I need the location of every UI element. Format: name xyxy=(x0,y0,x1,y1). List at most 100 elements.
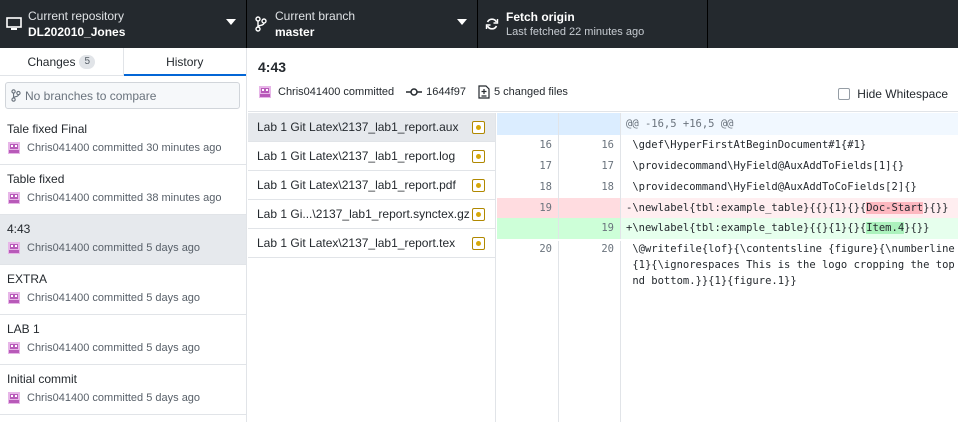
new-line-number: 20 xyxy=(559,241,621,422)
hunk-text: @@ -16,5 +16,5 @@ xyxy=(621,113,958,135)
diff-line-text: \providecommand\HyField@AuxAddToCoFields… xyxy=(626,181,917,193)
added-text: +\newlabel{tbl:example_table}{{}{1}{}{ xyxy=(626,222,867,234)
avatar xyxy=(8,192,20,204)
commit-title: LAB 1 xyxy=(7,322,40,336)
file-item-selected[interactable]: Lab 1 Git Latex\2137_lab1_report.aux xyxy=(248,113,495,142)
commit-icon xyxy=(406,88,423,96)
avatar xyxy=(8,392,20,404)
branch-icon xyxy=(11,89,21,102)
current-repository-button[interactable]: Current repository DL202010_Jones xyxy=(0,0,247,48)
old-line-number: 18 xyxy=(497,177,559,198)
changed-files-count: 5 changed files xyxy=(493,86,568,98)
diff-line-deleted: 19 -\newlabel{tbl:example_table}{{}{1}{}… xyxy=(497,198,958,218)
file-path: Lab 1 Gi...\2137_lab1_report.synctex.gz xyxy=(257,207,470,221)
commit-meta-text: Chris041400 committed 5 days ago xyxy=(27,392,201,404)
changes-count-badge: 5 xyxy=(79,54,96,69)
new-line-number: 17 xyxy=(559,156,621,177)
compare-placeholder: No branches to compare xyxy=(25,88,157,103)
commit-item[interactable]: Tale fixed Final Chris041400 committed 3… xyxy=(0,115,246,165)
tab-history[interactable]: History xyxy=(123,48,247,76)
commit-meta-text: Chris041400 committed 30 minutes ago xyxy=(27,142,222,154)
avatar xyxy=(8,242,20,254)
file-path: Lab 1 Git Latex\2137_lab1_report.pdf xyxy=(257,178,456,192)
repository-label: Current repository xyxy=(28,8,125,23)
diff-line-text: +\newlabel{tbl:example_table}{{}{1}{}{It… xyxy=(621,218,958,239)
diff-line-text: \@writefile{lof}{\contentsline {figure}{… xyxy=(632,243,955,287)
file-item[interactable]: Lab 1 Git Latex\2137_lab1_report.pdf xyxy=(248,171,495,200)
modified-icon xyxy=(472,150,485,163)
commit-summary-title: 4:43 xyxy=(258,59,287,75)
modified-icon xyxy=(472,179,485,192)
commit-author: Chris041400 committed xyxy=(278,86,395,98)
hide-whitespace-toggle[interactable]: Hide Whitespace xyxy=(838,87,948,101)
diff-line: 18 18 \providecommand\HyField@AuxAddToCo… xyxy=(497,177,958,198)
tab-changes-label: Changes xyxy=(27,54,76,69)
file-item[interactable]: Lab 1 Gi...\2137_lab1_report.synctex.gz xyxy=(248,200,495,229)
branch-compare-input[interactable]: No branches to compare xyxy=(5,82,240,109)
computer-icon xyxy=(0,17,28,31)
sidebar: Changes 5 History No branches to compare… xyxy=(0,48,247,422)
old-line-number: 16 xyxy=(497,135,559,156)
old-line-number: 19 xyxy=(497,198,559,218)
diff-line-text: \gdef\HyperFirstAtBeginDocument#1{#1} xyxy=(626,139,867,151)
tab-history-label: History xyxy=(166,54,204,69)
commit-title: Initial commit xyxy=(7,372,78,386)
deleted-text: -\newlabel{tbl:example_table}{{}{1}{}{ xyxy=(626,202,867,214)
commit-item[interactable]: EXTRA Chris041400 committed 5 days ago xyxy=(0,265,246,315)
avatar xyxy=(8,342,20,354)
branch-name: master xyxy=(275,24,315,39)
commit-item[interactable]: Table fixed Chris041400 committed 38 min… xyxy=(0,165,246,215)
commit-meta-text: Chris041400 committed 38 minutes ago xyxy=(27,192,222,204)
commit-item[interactable]: Initial commit Chris041400 committed 5 d… xyxy=(0,365,246,415)
diff-line: 17 17 \providecommand\HyField@AuxAddToFi… xyxy=(497,156,958,177)
commit-title: EXTRA xyxy=(7,272,48,286)
diff-view: @@ -16,5 +16,5 @@ 16 16 \gdef\HyperFirst… xyxy=(497,113,958,422)
fetch-origin-button[interactable]: Fetch origin Last fetched 22 minutes ago xyxy=(478,0,708,48)
new-line-number xyxy=(559,198,621,218)
toolbar: Current repository DL202010_Jones Curren… xyxy=(0,0,958,48)
file-path: Lab 1 Git Latex\2137_lab1_report.log xyxy=(257,149,456,163)
old-line-number xyxy=(497,113,559,135)
current-branch-button[interactable]: Current branch master xyxy=(247,0,478,48)
commit-summary-header: 4:43 Chris041400 committed 1644f97 5 cha… xyxy=(248,48,958,112)
branch-label: Current branch xyxy=(275,8,356,23)
modified-icon xyxy=(472,121,485,134)
fetch-label: Fetch origin xyxy=(506,9,575,24)
added-text-end: }{}} xyxy=(904,222,930,234)
sidebar-tabs: Changes 5 History xyxy=(0,48,246,76)
commit-meta-text: Chris041400 committed 5 days ago xyxy=(27,242,201,254)
diff-line-text: -\newlabel{tbl:example_table}{{}{1}{}{Do… xyxy=(621,198,958,218)
commit-sha[interactable]: 1644f97 xyxy=(426,86,466,98)
commit-item-selected[interactable]: 4:43 Chris041400 committed 5 days ago xyxy=(0,215,246,265)
hide-whitespace-checkbox[interactable] xyxy=(838,88,851,100)
diff-line-added: 19 +\newlabel{tbl:example_table}{{}{1}{}… xyxy=(497,218,958,239)
diff-line: 16 16 \gdef\HyperFirstAtBeginDocument#1{… xyxy=(497,135,958,156)
deleted-highlight: Doc-Start xyxy=(866,202,924,214)
new-line-number: 18 xyxy=(559,177,621,198)
sync-icon xyxy=(478,17,506,31)
modified-icon xyxy=(472,208,485,221)
last-fetched-text: Last fetched 22 minutes ago xyxy=(506,25,645,38)
old-line-number xyxy=(497,218,559,239)
diff-hunk-header: @@ -16,5 +16,5 @@ xyxy=(497,113,958,135)
branch-icon xyxy=(247,16,275,32)
repository-name: DL202010_Jones xyxy=(28,24,126,39)
hide-whitespace-label: Hide Whitespace xyxy=(857,87,948,101)
file-item[interactable]: Lab 1 Git Latex\2137_lab1_report.tex xyxy=(248,229,495,258)
new-line-number: 19 xyxy=(559,218,621,239)
old-line-number: 17 xyxy=(497,156,559,177)
added-highlight: Item.4 xyxy=(866,222,905,234)
avatar xyxy=(259,86,271,98)
commit-list: Tale fixed Final Chris041400 committed 3… xyxy=(0,115,246,415)
modified-icon xyxy=(472,237,485,250)
commit-title: Table fixed xyxy=(7,172,65,186)
commit-title: 4:43 xyxy=(7,222,31,236)
commit-item[interactable]: LAB 1 Chris041400 committed 5 days ago xyxy=(0,315,246,365)
file-path: Lab 1 Git Latex\2137_lab1_report.tex xyxy=(257,236,456,250)
tab-changes[interactable]: Changes 5 xyxy=(0,48,124,75)
avatar xyxy=(8,142,20,154)
commit-title: Tale fixed Final xyxy=(7,122,88,136)
file-item[interactable]: Lab 1 Git Latex\2137_lab1_report.log xyxy=(248,142,495,171)
diff-line-text: \providecommand\HyField@AuxAddToFields[1… xyxy=(626,160,905,172)
avatar xyxy=(8,292,20,304)
